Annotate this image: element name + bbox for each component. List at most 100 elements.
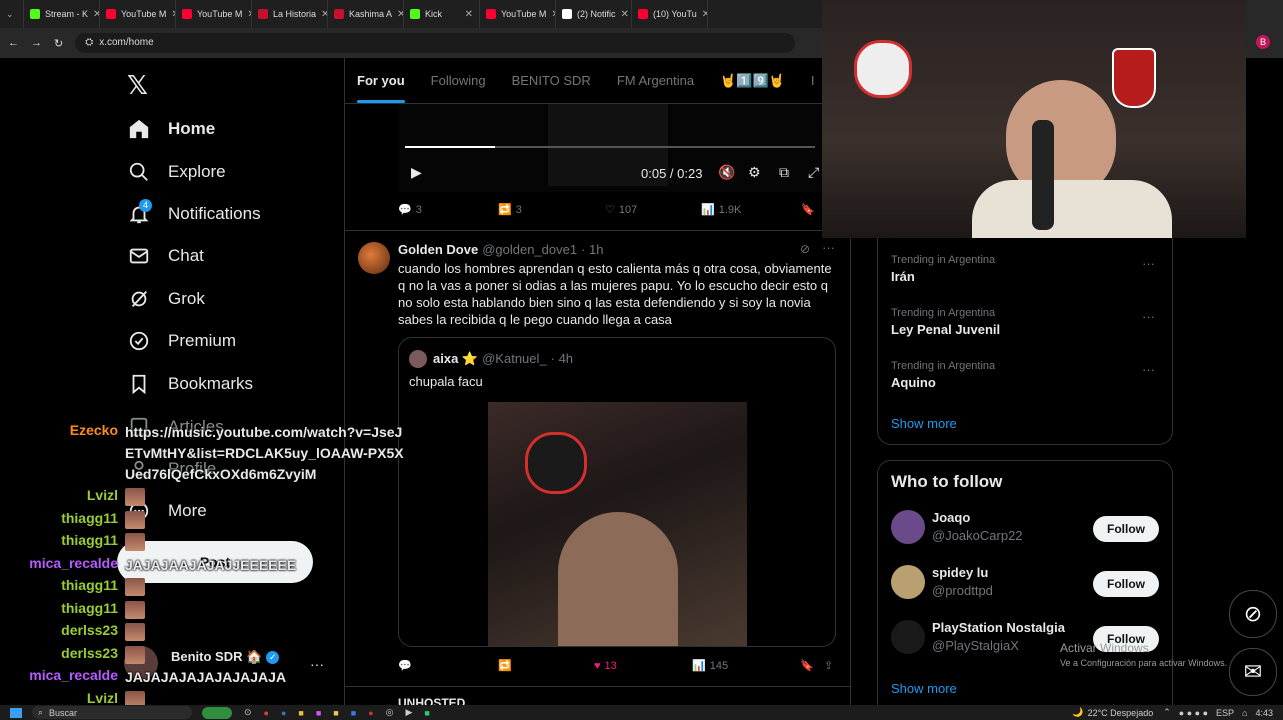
browser-tab[interactable]: YouTube M✕ <box>176 0 252 28</box>
browser-tab[interactable]: (10) YouTu✕ <box>632 0 708 28</box>
tray-chevron-icon[interactable]: ⌃ <box>1163 707 1171 718</box>
suggestion-name[interactable]: spidey lu <box>932 565 988 580</box>
suggestion-avatar[interactable] <box>891 565 925 599</box>
feed-tab[interactable]: BENITO SDR <box>512 73 591 88</box>
close-tab-icon[interactable]: ✕ <box>321 9 327 20</box>
chat-emote-icon <box>125 600 145 619</box>
follow-suggestion[interactable]: Joaqo @JoakoCarp22 Follow <box>891 510 1161 565</box>
url-field[interactable]: ⛭ x.com/home <box>75 33 796 53</box>
edge-taskbar-icon[interactable]: ● <box>281 708 286 718</box>
explorer-taskbar-icon[interactable]: ■ <box>333 708 338 718</box>
windows-start-icon[interactable] <box>10 707 22 718</box>
feed-tab[interactable]: FM Argentina <box>617 73 694 88</box>
browser-tab[interactable]: (2) Notific ✕ <box>556 0 632 28</box>
quote-video-thumbnail[interactable] <box>488 402 747 646</box>
taskbar-search[interactable]: ⌕ Buscar <box>32 706 192 719</box>
clock[interactable]: 4:43 <box>1255 708 1273 718</box>
share-button[interactable]: ⇪ <box>824 659 833 672</box>
nav-grok[interactable]: Grok <box>128 288 205 310</box>
feed-tab[interactable]: I <box>811 73 815 88</box>
follow-button[interactable]: Follow <box>1093 571 1159 597</box>
trend-more-icon[interactable]: ··· <box>1142 309 1155 324</box>
video-player[interactable]: ▶ 0:05 / 0:23 🔇 ⚙ ⧉ ⤢ <box>398 104 822 192</box>
who-to-follow-show-more[interactable]: Show more <box>891 681 957 696</box>
site-info-icon[interactable]: ⛭ <box>85 37 93 48</box>
close-tab-icon[interactable]: ✕ <box>621 9 629 20</box>
fullscreen-icon[interactable]: ⤢ <box>808 164 819 181</box>
browser-tab[interactable]: Kashima A✕ <box>328 0 404 28</box>
app-taskbar-icon[interactable]: ◎ <box>386 707 394 718</box>
browser-tab[interactable]: Kick ✕ <box>404 0 480 28</box>
trend-item[interactable]: Trending in Argentina Ley Penal Juvenil ··… <box>891 307 1161 360</box>
browser-tab[interactable]: La Historia✕ <box>252 0 328 28</box>
trends-show-more[interactable]: Show more <box>891 416 957 431</box>
grok-icon[interactable]: ⊘ <box>800 242 810 256</box>
trend-more-icon[interactable]: ··· <box>1142 256 1155 271</box>
bookmark-button[interactable]: 🔖 <box>801 203 815 216</box>
app-taskbar-icon[interactable]: ■ <box>424 708 429 718</box>
browser-tab[interactable]: YouTube M✕ <box>480 0 556 28</box>
nav-home[interactable]: Home <box>128 118 215 140</box>
close-tab-icon[interactable]: ✕ <box>465 9 473 20</box>
app-taskbar-icon[interactable]: ■ <box>316 708 321 718</box>
mute-icon[interactable]: 🔇 <box>718 164 735 181</box>
nav-explore[interactable]: Explore <box>128 161 226 183</box>
views-button[interactable]: 📊 145 <box>692 659 800 673</box>
task-view-icon[interactable]: ⊙ <box>244 707 252 718</box>
bookmark-button[interactable]: 🔖 <box>800 659 824 672</box>
close-tab-icon[interactable]: ✕ <box>93 9 99 20</box>
suggestion-name[interactable]: PlayStation Nostalgia <box>932 620 1065 635</box>
post-author-handle[interactable]: @golden_dove1 <box>482 242 577 257</box>
video-progress-track[interactable] <box>405 146 815 148</box>
post-author-avatar[interactable] <box>358 242 390 274</box>
trend-item[interactable]: Trending in Argentina Irán ··· <box>891 254 1161 307</box>
network-icon[interactable]: ⌂ <box>1242 708 1247 718</box>
nav-chat[interactable]: Chat <box>128 245 204 267</box>
taskbar-widget[interactable] <box>202 706 232 719</box>
chrome-taskbar-icon[interactable]: ● <box>264 708 269 718</box>
tray-icons[interactable]: ● ● ● ● <box>1179 708 1208 718</box>
feed-tab[interactable]: Following <box>431 73 486 88</box>
close-tab-icon[interactable]: ✕ <box>397 9 403 20</box>
media-taskbar-icon[interactable]: ▶ <box>405 707 412 718</box>
post-author-name[interactable]: Golden Dove <box>398 242 478 257</box>
messages-floating-icon[interactable]: ✉ <box>1229 648 1277 696</box>
repost-button[interactable]: 🔁 3 <box>498 203 605 217</box>
x-logo-icon[interactable]: 𝕏 <box>127 70 148 101</box>
suggestion-avatar[interactable] <box>891 510 925 544</box>
post-time[interactable]: · 1h <box>581 242 603 257</box>
grok-floating-icon[interactable]: ⊘ <box>1229 590 1277 638</box>
nav-bookmarks[interactable]: Bookmarks <box>128 373 253 395</box>
like-button[interactable]: ♥ 13 <box>594 660 692 672</box>
play-icon[interactable]: ▶ <box>411 164 422 181</box>
pip-icon[interactable]: ⧉ <box>779 164 789 181</box>
post-more-icon[interactable]: ··· <box>822 240 835 255</box>
browser-tab[interactable]: Stream - K✕ <box>24 0 100 28</box>
nav-premium[interactable]: Premium <box>128 330 236 352</box>
views-button[interactable]: 📊 1.9K <box>701 203 801 217</box>
follow-button[interactable]: Follow <box>1093 516 1159 542</box>
browser-tab[interactable]: YouTube M✕ <box>100 0 176 28</box>
back-icon[interactable]: ← <box>8 37 19 49</box>
close-tab-icon[interactable]: ✕ <box>702 9 707 20</box>
reload-icon[interactable]: ↻ <box>54 37 63 50</box>
language-indicator[interactable]: ESP <box>1216 708 1234 718</box>
forward-icon[interactable]: → <box>31 37 42 49</box>
trend-more-icon[interactable]: ··· <box>1142 362 1155 377</box>
like-button[interactable]: ♡ 107 <box>605 203 701 217</box>
tab-list-button[interactable]: ⌄ <box>0 0 24 28</box>
feed-tab[interactable]: For you <box>357 73 405 103</box>
suggestion-name[interactable]: Joaqo <box>932 510 970 525</box>
reply-button[interactable]: 💬 3 <box>398 203 498 217</box>
obs-taskbar-icon[interactable]: ● <box>368 708 373 718</box>
repost-button[interactable]: 🔁 <box>498 659 594 672</box>
app-taskbar-icon[interactable]: ■ <box>351 708 356 718</box>
trend-item[interactable]: Trending in Argentina Aquino ··· <box>891 360 1161 413</box>
feed-tab[interactable]: 🤘1️⃣9️⃣🤘 <box>720 73 785 89</box>
follow-suggestion[interactable]: spidey lu @prodttpd Follow <box>891 565 1161 620</box>
quoted-post[interactable]: aixa ⭐ @Katnuel_ · 4h chupala facu <box>398 337 836 647</box>
suggestion-avatar[interactable] <box>891 620 925 654</box>
settings-icon[interactable]: ⚙ <box>748 164 761 181</box>
store-taskbar-icon[interactable]: ■ <box>298 708 303 718</box>
profile-avatar[interactable]: B <box>1256 35 1270 49</box>
